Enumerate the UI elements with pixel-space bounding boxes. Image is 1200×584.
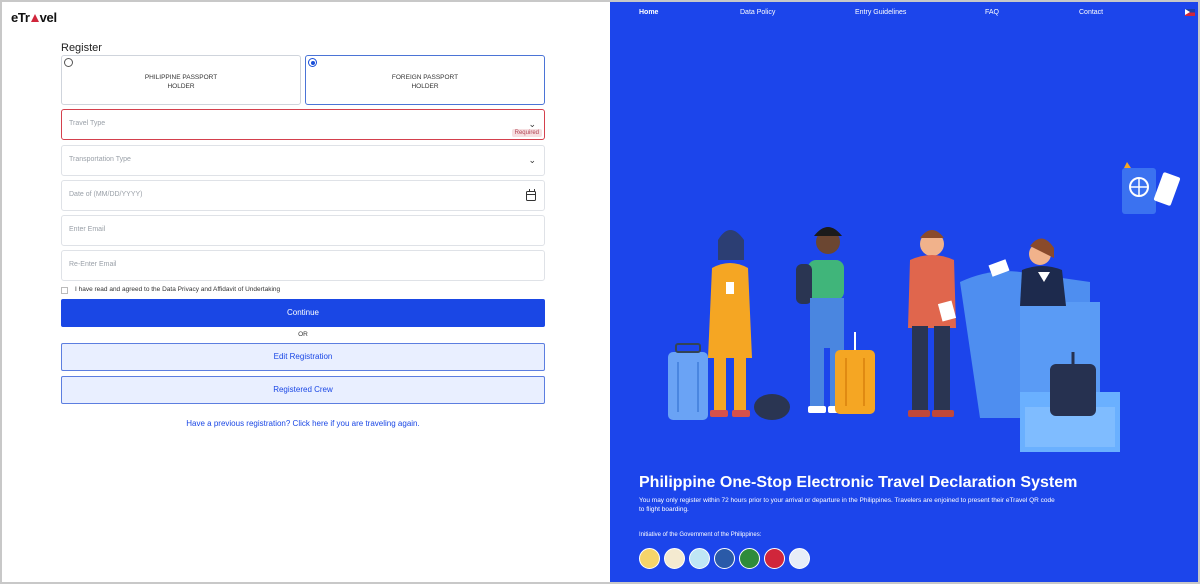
option-label-line1: PHILIPPINE PASSPORT <box>144 74 218 81</box>
foreign-passport-option[interactable]: FOREIGN PASSPORT HOLDER <box>305 55 545 105</box>
passport-icon <box>1122 162 1181 214</box>
seal-icon <box>789 548 810 569</box>
nav-home[interactable]: Home <box>639 9 658 16</box>
initiative-label: Initiative of the Government of the Phil… <box>639 532 762 538</box>
logo-text-end: vel <box>39 10 57 25</box>
seal-icon <box>764 548 785 569</box>
seal-icon <box>639 548 660 569</box>
logo-triangle-icon <box>30 14 39 22</box>
seal-icon <box>714 548 735 569</box>
traveler-woman-yellow <box>708 230 752 417</box>
nav-data-policy[interactable]: Data Policy <box>740 9 775 16</box>
registration-panel: eTr vel Register PHILIPPINE PASSPORT HOLD… <box>2 2 610 582</box>
hero-description: You may only register within 72 hours pr… <box>639 497 1055 513</box>
email-input[interactable]: Enter Email <box>61 215 545 246</box>
nav-contact[interactable]: Contact <box>1079 9 1103 16</box>
reenter-email-input[interactable]: Re-Enter Email <box>61 250 545 281</box>
philippine-passport-option[interactable]: PHILIPPINE PASSPORT HOLDER <box>61 55 301 105</box>
option-label-line1: FOREIGN PASSPORT <box>391 74 459 81</box>
travelers-illustration <box>668 162 1181 452</box>
hero-panel: Home Data Policy Entry Guidelines FAQ Co… <box>610 2 1198 582</box>
suitcase-left <box>668 343 708 420</box>
duffel-bag <box>754 394 790 420</box>
radio-selected-icon[interactable] <box>308 58 317 67</box>
email-placeholder: Enter Email <box>69 226 106 233</box>
radio-icon[interactable] <box>64 58 73 67</box>
option-label-line2: HOLDER <box>167 83 195 90</box>
traveler-man-orange <box>908 230 957 417</box>
reenter-email-placeholder: Re-Enter Email <box>69 261 117 268</box>
registered-crew-button[interactable]: Registered Crew <box>61 376 545 404</box>
option-label-line2: HOLDER <box>411 83 439 90</box>
option-label: PHILIPPINE PASSPORT HOLDER <box>62 73 300 91</box>
required-badge: Required <box>511 129 542 137</box>
continue-button[interactable]: Continue <box>61 299 545 327</box>
logo-text-start: eTr <box>11 10 30 25</box>
agreement-label: I have read and agreed to the Data Priva… <box>75 286 281 293</box>
seal-icon <box>664 548 685 569</box>
seal-icon <box>689 548 710 569</box>
nav-faq[interactable]: FAQ <box>985 9 999 16</box>
chevron-down-icon: ⌄ <box>528 155 536 165</box>
checkbox-icon[interactable] <box>61 287 68 294</box>
etravel-logo[interactable]: eTr vel <box>11 10 57 25</box>
calendar-icon[interactable] <box>526 189 536 201</box>
register-title: Register <box>61 42 102 54</box>
previous-registration-link[interactable]: Have a previous registration? Click here… <box>61 419 545 428</box>
date-input[interactable]: Date of (MM/DD/YYYY) <box>61 180 545 211</box>
date-placeholder: Date of (MM/DD/YYYY) <box>69 191 143 198</box>
option-label: FOREIGN PASSPORT HOLDER <box>306 73 544 91</box>
nav-entry-guidelines[interactable]: Entry Guidelines <box>855 9 906 16</box>
hero-title: Philippine One-Stop Electronic Travel De… <box>639 474 1078 491</box>
flag-icon[interactable] <box>1185 9 1195 16</box>
transportation-type-placeholder: Transportation Type <box>69 156 131 163</box>
seal-icon <box>739 548 760 569</box>
travel-type-select[interactable]: Travel Type ⌄ Required <box>61 109 545 140</box>
transportation-type-select[interactable]: Transportation Type ⌄ <box>61 145 545 176</box>
or-divider: OR <box>298 331 308 338</box>
edit-registration-button[interactable]: Edit Registration <box>61 343 545 371</box>
travel-type-placeholder: Travel Type <box>69 120 106 127</box>
